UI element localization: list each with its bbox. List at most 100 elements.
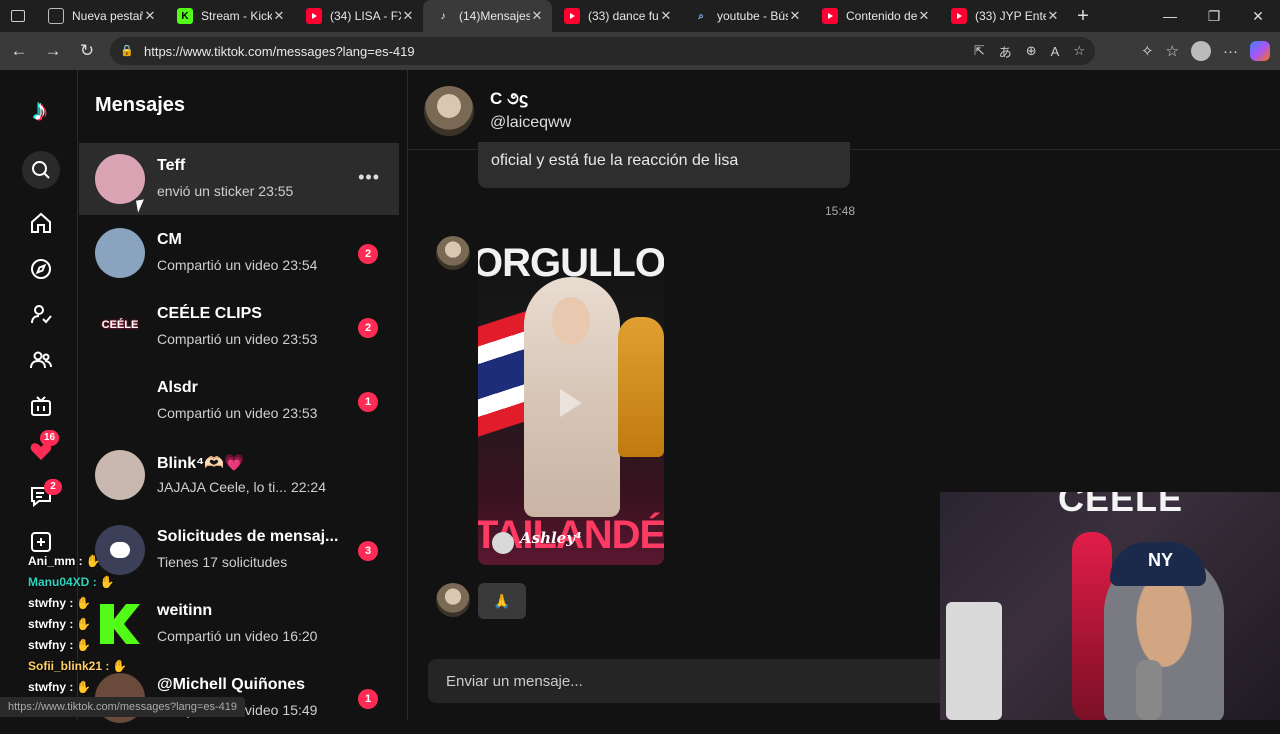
ceele-clips-logo-icon: CEÉLE (101, 319, 139, 331)
tab-label: (33) dance futu (588, 9, 659, 23)
back-button[interactable]: ← (2, 34, 36, 68)
chat-partner-name[interactable]: C ૭ϛ (490, 89, 528, 109)
copilot-icon[interactable] (1250, 41, 1270, 61)
conversation-item[interactable]: Alsdr Compartió un video 23:53 1 (79, 365, 399, 437)
user-check-icon (31, 305, 52, 324)
more-options-icon[interactable]: ••• (358, 167, 380, 188)
close-window-button[interactable]: ✕ (1236, 0, 1280, 32)
browser-tab[interactable]: ⌕ youtube - Bús ✕ (681, 0, 810, 32)
video-author-tag: Ashley⁴ (520, 529, 582, 547)
list-title: Mensajes (95, 94, 186, 116)
close-tab-icon[interactable]: ✕ (659, 8, 673, 24)
sender-avatar[interactable] (436, 236, 470, 270)
tiktok-logo-icon[interactable]: ♪ (24, 94, 56, 128)
stream-chat-line: stwfny : ✋ (28, 614, 158, 635)
home-icon (31, 212, 51, 233)
wave-emote-icon: ✋ (76, 596, 92, 610)
video-author-avatar (492, 532, 514, 554)
friends-icon (30, 351, 52, 369)
new-tab-button[interactable]: + (1068, 5, 1098, 28)
close-tab-icon[interactable]: ✕ (917, 8, 931, 24)
favorites-icon[interactable]: ☆ (1166, 42, 1179, 60)
unread-count-badge: 1 (358, 392, 378, 412)
stream-chat-user: stwfny (28, 596, 67, 610)
extensions-icon[interactable]: ✧ (1141, 42, 1154, 60)
conversation-time: 15:49 (282, 702, 318, 718)
youtube-icon (951, 8, 967, 24)
messages-button[interactable]: 2 (22, 477, 62, 515)
close-tab-icon[interactable]: ✕ (1046, 8, 1060, 24)
chat-partner-avatar[interactable] (424, 86, 474, 136)
status-bar-url: https://www.tiktok.com/messages?lang=es-… (0, 697, 245, 717)
close-tab-icon[interactable]: ✕ (272, 8, 286, 24)
conversation-name: CM (157, 231, 182, 248)
search-button[interactable] (22, 151, 60, 189)
tab-label: (33) JYP Entert (975, 9, 1046, 23)
browser-tab[interactable]: (34) LISA - FXC✕ (294, 0, 423, 32)
microphone-graphic (1136, 660, 1162, 720)
close-tab-icon[interactable]: ✕ (530, 8, 544, 24)
home-button[interactable] (22, 204, 60, 242)
open-in-app-icon[interactable]: ⇱ (974, 43, 985, 59)
read-aloud-icon[interactable]: A (1051, 44, 1060, 59)
tab-actions-button[interactable] (0, 0, 36, 32)
address-bar[interactable]: 🔒 https://www.tiktok.com/messages?lang=e… (110, 37, 1095, 65)
maximize-button[interactable]: ❐ (1192, 0, 1236, 32)
profile-avatar[interactable] (1191, 41, 1211, 61)
stream-chat-line: Ani_mm : ✋ (28, 551, 158, 572)
conversation-preview: Compartió un video 23:53 (157, 331, 317, 347)
conversation-avatar (95, 450, 145, 500)
address-bar-actions: ⇱ あ ⊕ A ☆ (974, 37, 1085, 65)
page-icon (48, 8, 64, 24)
browser-tab[interactable]: ♪ (14)Mensajes ✕ (423, 0, 552, 32)
forward-button[interactable]: → (36, 34, 70, 68)
sender-avatar[interactable] (436, 583, 470, 617)
conversation-item[interactable]: CEÉLE CEÉLE CLIPS Compartió un video 23:53 2 (79, 291, 399, 363)
activity-button[interactable]: 16 (22, 430, 60, 470)
browser-tools: ✧ ☆ ··· (1141, 32, 1280, 70)
address-toolbar: ← → ↻ 🔒 https://www.tiktok.com/messages?… (0, 32, 1280, 70)
praying-hands-sticker: 🙏 (493, 592, 511, 609)
translate-icon[interactable]: あ (999, 42, 1012, 61)
time-divider: 15:48 (825, 204, 856, 218)
browser-tab[interactable]: Contenido del ✕ (810, 0, 939, 32)
following-button[interactable] (22, 295, 60, 333)
tab-strip: Nueva pestaña✕KStream - Kick✕(34) LISA -… (36, 0, 1068, 32)
friends-button[interactable] (22, 341, 60, 379)
purifier-graphic (946, 602, 1002, 720)
browser-tab[interactable]: (33) dance futu✕ (552, 0, 681, 32)
conversation-item[interactable]: Blink⁴🫶🏻💗 JAJAJA Ceele, lo ti... 22:24 (79, 439, 399, 511)
minimize-button[interactable]: — (1148, 0, 1192, 32)
explore-button[interactable] (22, 250, 60, 288)
more-menu-icon[interactable]: ··· (1223, 43, 1238, 60)
browser-tab[interactable]: Nueva pestaña✕ (36, 0, 165, 32)
wave-emote-icon: ✋ (112, 659, 128, 673)
chat-partner-username[interactable]: @laiceqww (490, 114, 571, 132)
conversation-preview: envió un sticker 23:55 (157, 183, 293, 199)
stream-chat-separator: : (66, 617, 74, 631)
conversation-time: 22:24 (290, 479, 326, 495)
conversation-item[interactable]: Teff envió un sticker 23:55 ••• (79, 143, 399, 215)
conversation-time: 23:54 (282, 257, 318, 273)
close-tab-icon[interactable]: ✕ (143, 8, 157, 24)
messages-badge: 2 (44, 479, 62, 495)
stream-chat-separator: : (66, 596, 74, 610)
message-input[interactable]: Enviar un mensaje... (428, 659, 948, 703)
conversation-preview: JAJAJA Ceele, lo ti... 22:24 (157, 479, 326, 495)
stream-chat-separator: : (102, 659, 110, 673)
live-button[interactable] (22, 387, 60, 425)
zoom-icon[interactable]: ⊕ (1026, 43, 1037, 59)
message-input-placeholder: Enviar un mensaje... (446, 672, 583, 690)
stream-chat-line: Sofii_blink21 : ✋ (28, 656, 158, 677)
favorite-star-icon[interactable]: ☆ (1073, 43, 1085, 59)
close-tab-icon[interactable]: ✕ (788, 8, 802, 24)
play-icon[interactable] (560, 389, 582, 417)
browser-tab[interactable]: (33) JYP Entert✕ (939, 0, 1068, 32)
browser-tab[interactable]: K Stream - Kick ✕ (165, 0, 294, 32)
shared-video-card[interactable]: ORGULLO TAILANDÉS Ashley⁴ (478, 237, 664, 565)
reload-button[interactable]: ↻ (70, 34, 104, 68)
sticker-message[interactable]: 🙏 (478, 583, 526, 619)
close-tab-icon[interactable]: ✕ (401, 8, 415, 24)
conversation-name: Blink⁴🫶🏻💗 (157, 455, 244, 472)
conversation-item[interactable]: CM Compartió un video 23:54 2 (79, 217, 399, 289)
